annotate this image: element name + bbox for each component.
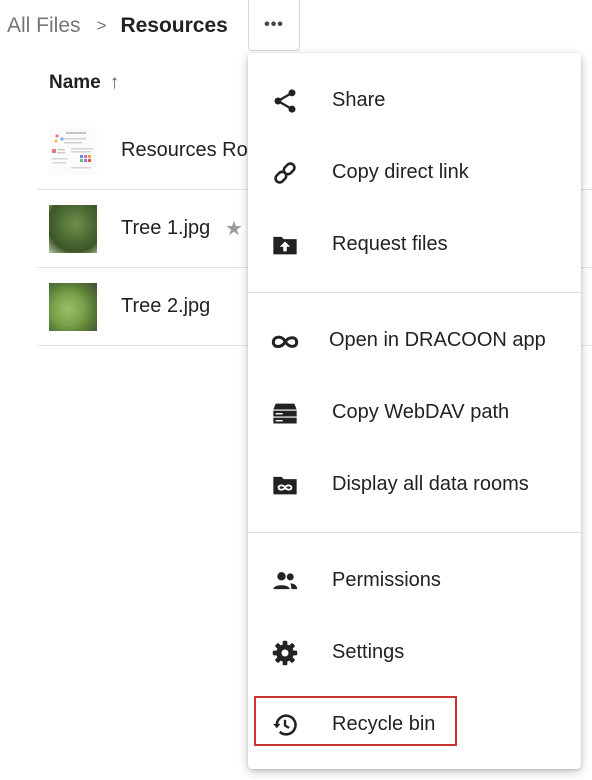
people-icon: [273, 572, 298, 590]
sort-ascending-icon: ↑: [109, 72, 120, 93]
link-icon: [274, 162, 296, 184]
folder-upload-icon: [273, 236, 297, 255]
dracoon-icon: [271, 335, 299, 349]
menu-item-label: Share: [332, 89, 386, 111]
breadcrumb: All Files > Resources: [7, 11, 228, 41]
more-icon: •••: [264, 16, 284, 33]
menu-item-label: Copy direct link: [332, 161, 469, 183]
breadcrumb-separator: >: [96, 16, 107, 35]
menu-item-copy-direct-link[interactable]: Copy direct link: [248, 137, 581, 209]
menu-item-request-files[interactable]: Request files: [248, 209, 581, 281]
menu-item-copy-webdav-path[interactable]: Copy WebDAV path: [248, 377, 581, 449]
menu-item-label: Open in DRACOON app: [329, 329, 546, 351]
menu-item-share[interactable]: Share: [248, 65, 581, 137]
share-icon: [274, 89, 296, 113]
breadcrumb-current: Resources: [120, 14, 228, 37]
drive-icon: [273, 403, 297, 424]
menu-item-display-all-data-rooms[interactable]: Display all data rooms: [248, 449, 581, 521]
file-name[interactable]: Tree 2.jpg: [121, 295, 210, 318]
gear-icon: [272, 640, 298, 666]
menu-item-label: Permissions: [332, 569, 441, 591]
menu-divider: [248, 532, 581, 533]
file-name[interactable]: Tree 1.jpg: [121, 217, 210, 240]
breadcrumb-all-files[interactable]: All Files: [7, 14, 81, 38]
menu-item-label: Copy WebDAV path: [332, 401, 510, 423]
image-thumbnail: [49, 283, 97, 331]
document-thumbnail: [49, 127, 97, 175]
file-name[interactable]: Resources Ro: [121, 139, 248, 162]
image-thumbnail: [49, 205, 97, 253]
menu-item-settings[interactable]: Settings: [248, 617, 581, 689]
dataroom-folder-icon: [273, 476, 297, 495]
menu-divider: [248, 292, 581, 293]
recycle-bin-highlight: [254, 696, 457, 746]
context-menu: Share Copy direct link Request files Ope…: [248, 53, 581, 769]
menu-item-permissions[interactable]: Permissions: [248, 545, 581, 617]
menu-item-label: Display all data rooms: [332, 473, 529, 495]
menu-item-label: Request files: [332, 233, 448, 255]
menu-item-label: Settings: [332, 641, 405, 663]
name-column-header[interactable]: Name ↑: [49, 70, 119, 96]
menu-item-open-in-dracoon-app[interactable]: Open in DRACOON app: [248, 305, 581, 377]
favorite-star-icon[interactable]: ★: [225, 216, 243, 241]
more-actions-button[interactable]: •••: [248, 0, 300, 51]
column-header-label: Name: [49, 72, 101, 93]
